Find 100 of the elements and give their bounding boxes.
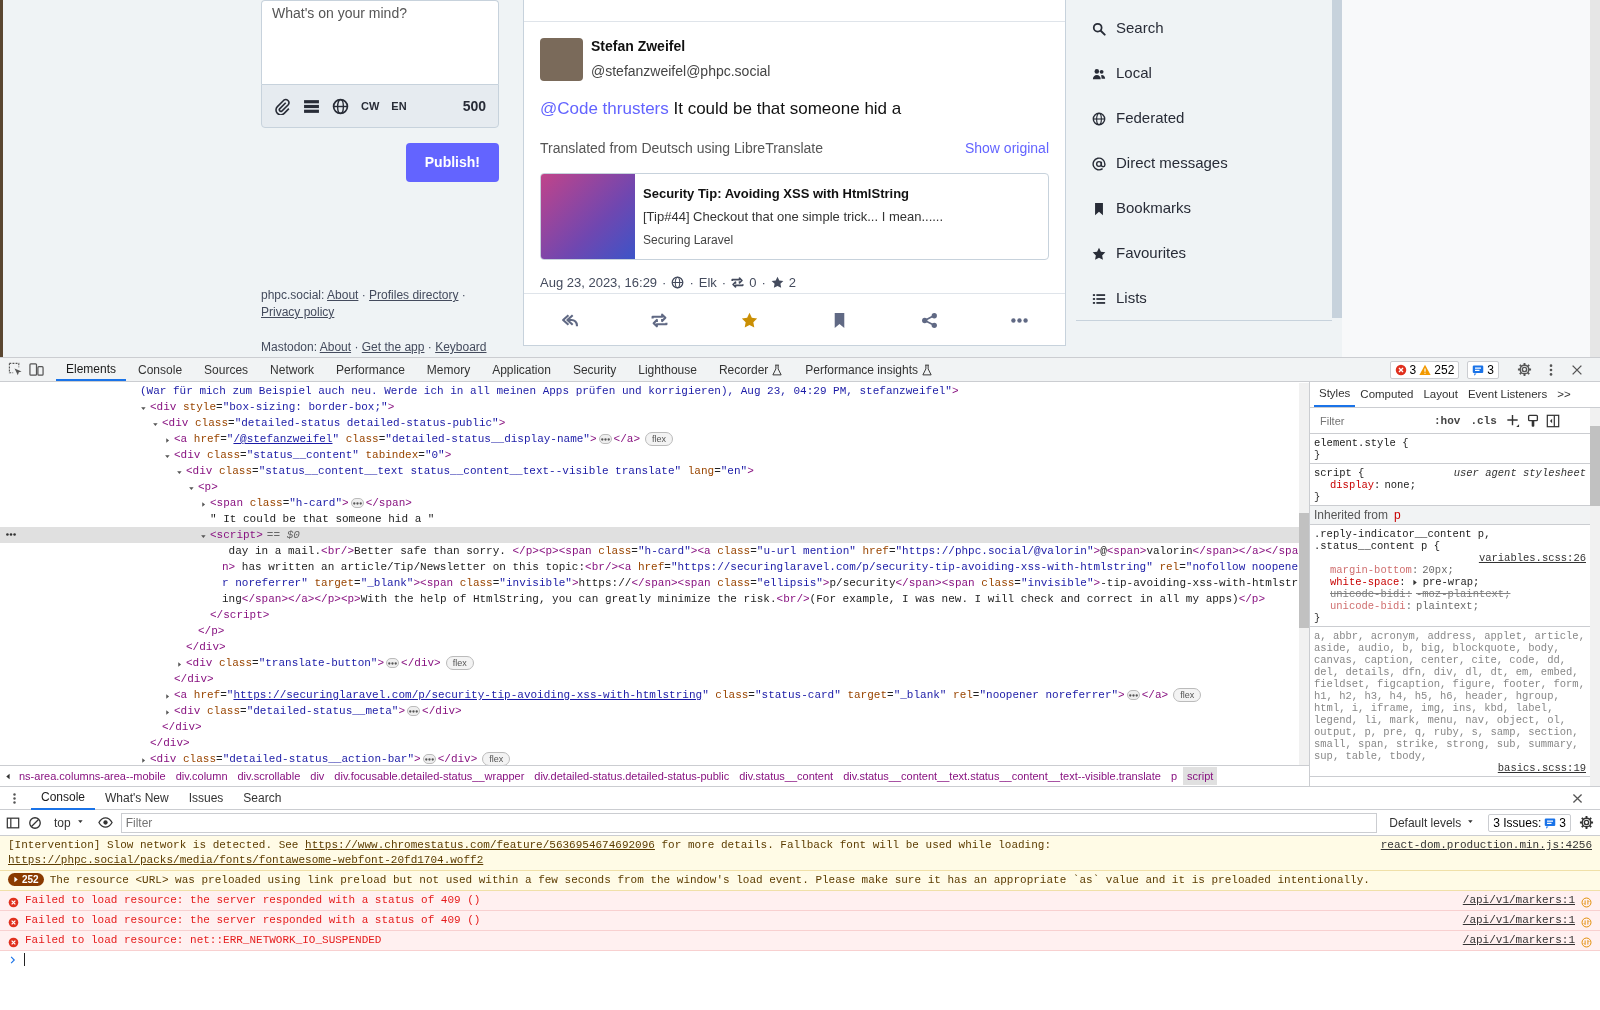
flex-badge[interactable]: flex — [445, 656, 474, 670]
nav-link[interactable]: Direct messages — [1076, 141, 1332, 186]
footer-link[interactable]: Privacy policy — [261, 305, 335, 319]
drawer-tab[interactable]: Issues — [178, 786, 234, 810]
publish-button[interactable]: Publish! — [405, 143, 499, 182]
nav-link[interactable]: Search — [1076, 6, 1332, 51]
devtools-tab[interactable]: Performance — [326, 358, 415, 381]
devtools-tab[interactable]: Application — [482, 358, 561, 381]
devtools-tab[interactable]: Sources — [194, 358, 259, 381]
nav-link[interactable]: Lists — [1076, 276, 1332, 321]
colon-text: : — [1405, 588, 1412, 600]
footer-link[interactable]: Keyboard — [435, 340, 487, 354]
breadcrumb[interactable]: div.detailed-status.detailed-status-public — [530, 766, 734, 786]
breadcrumb[interactable]: p — [1166, 766, 1182, 786]
add-rule-icon[interactable] — [1504, 413, 1520, 428]
dom-tag: </div> — [437, 751, 478, 765]
language-button[interactable]: EN — [391, 97, 407, 115]
ellipsis-icon[interactable] — [407, 706, 421, 716]
styles-tab[interactable]: Computed — [1355, 382, 1419, 407]
devtools-tab[interactable]: Lighthouse — [628, 358, 707, 381]
breadcrumb[interactable]: div.focusable.detailed-status__wrapper — [330, 766, 529, 786]
drawer-tab[interactable]: What's New — [95, 786, 179, 810]
styles-tab[interactable]: Event Listeners — [1462, 382, 1553, 407]
text-cursor — [24, 953, 25, 966]
ellipsis-icon[interactable] — [386, 658, 400, 668]
message-link[interactable]: https://www.chromestatus.com/feature/5636954674692096 — [305, 839, 655, 851]
clear-icon[interactable] — [28, 815, 42, 830]
drawer-tab[interactable]: Console — [31, 786, 96, 810]
closing-brace: } — [1314, 612, 1322, 624]
eye-icon[interactable] — [97, 815, 113, 830]
issues-count-button[interactable]: 3 — [1467, 360, 1499, 379]
paint-roller-icon[interactable] — [1525, 413, 1540, 428]
styles-tab[interactable]: Layout — [1418, 382, 1463, 407]
device-toolbar-button[interactable] — [27, 360, 46, 379]
source-link[interactable]: /api/v1/markers:1 — [1462, 893, 1575, 908]
sidebar-toggle-icon[interactable] — [1545, 413, 1560, 428]
css-selector: a, abbr, acronym, address, applet, article, aside, audio, b, big, blockquote, body, canvas, caption, center, cite, code, dd, del, details, dfn, div, dl, dt, em, embed, fieldset, figcaption, figure, footer, form, h1, h2, h3, h4, h5, h6, header, hgroup, html, i, iframe, img, ins, kbd, label, legend, li, mark, menu, nav, object, ol, output, p, pre, q, ruby, s, samp, section, small, span, strike, strong, sub, summary, sup, table, tbody, — [1314, 630, 1586, 762]
poll-icon[interactable] — [303, 97, 320, 115]
issues-button[interactable]: 3 Issues: 3 — [1488, 813, 1571, 832]
flex-badge[interactable]: flex — [482, 752, 511, 765]
breadcrumb[interactable]: div.status__content__text.status__content__text--visible.translate — [839, 766, 1165, 786]
settings-icon[interactable] — [1579, 815, 1594, 830]
styles-tab[interactable]: Styles — [1314, 382, 1356, 407]
dom-tag: <span class="h-card"> — [210, 495, 349, 511]
console-counts-button[interactable]: 3 252 — [1389, 360, 1460, 379]
footer-link[interactable]: Get the app — [361, 340, 425, 354]
ellipsis-icon[interactable] — [422, 754, 436, 764]
source-link[interactable]: /api/v1/markers:1 — [1462, 913, 1575, 928]
scroll-left-icon[interactable] — [4, 771, 13, 781]
link-preview-card[interactable]: Security Tip: Avoiding XSS with HtmlString [Tip#44] Checkout that one simple trick... I mean...... Securing Laravel — [540, 172, 1049, 260]
devtools-tab[interactable]: Memory — [416, 358, 481, 381]
flex-badge[interactable]: flex — [1173, 688, 1202, 702]
footer-link[interactable]: About — [327, 288, 359, 302]
selected-dom-row[interactable]: <script> == $0 — [0, 527, 1299, 543]
settings-button[interactable] — [1515, 360, 1534, 379]
breadcrumb[interactable]: ns-area.columns-area--mobile — [15, 766, 170, 786]
context-dropdown[interactable]: top — [50, 813, 90, 832]
footer-link[interactable]: About — [319, 340, 352, 354]
sidebar-icon[interactable] — [6, 815, 20, 830]
source-link[interactable]: /api/v1/markers:1 — [1462, 933, 1575, 948]
devtools-tab[interactable]: Elements — [56, 358, 127, 381]
dom-tag: </div> — [150, 735, 190, 751]
ellipsis-icon[interactable] — [598, 434, 612, 444]
post-text-field[interactable]: What's on your mind? — [261, 0, 499, 84]
footer-link[interactable]: Profiles directory — [369, 288, 459, 302]
source-link[interactable]: variables.scss:26 — [1478, 552, 1586, 564]
breadcrumb[interactable]: div — [306, 766, 329, 786]
devtools-tab[interactable]: Performance insights — [795, 358, 944, 381]
breadcrumb[interactable]: div.scrollable — [233, 766, 305, 786]
content-warning-button[interactable]: CW — [361, 97, 380, 115]
source-link[interactable]: react-dom.production.min.js:4256 — [1380, 838, 1592, 853]
mention-link[interactable]: @Code thrusters — [540, 99, 669, 118]
devtools-tab[interactable]: Console — [128, 358, 193, 381]
ellipsis-icon[interactable] — [1126, 690, 1140, 700]
flex-badge[interactable]: flex — [645, 432, 673, 446]
nav-link[interactable]: Bookmarks — [1076, 186, 1332, 231]
devtools-tab[interactable]: Network — [260, 358, 325, 381]
breadcrumb[interactable]: div.column — [171, 766, 232, 786]
nav-link[interactable]: Favourites — [1076, 231, 1332, 276]
breadcrumb[interactable]: div.status__content — [735, 766, 838, 786]
drawer-tab[interactable]: Search — [233, 786, 292, 810]
hover-state-button[interactable]: :hov — [1432, 414, 1463, 427]
globe-icon[interactable] — [332, 97, 349, 115]
show-original-link[interactable]: Show original — [964, 137, 1049, 159]
ellipsis-icon[interactable] — [350, 498, 364, 508]
more-tabs-button[interactable]: >> — [1552, 382, 1576, 407]
message-link[interactable]: https://phpc.social/packs/media/fonts/fontawesome-webfont-20fd1704.woff2 — [8, 854, 484, 866]
log-levels-dropdown[interactable]: Default levels — [1385, 813, 1481, 832]
css-property-name: display — [1330, 479, 1375, 491]
nav-link[interactable]: Local — [1076, 51, 1332, 96]
nav-link[interactable]: Federated — [1076, 96, 1332, 141]
more-icon[interactable] — [6, 533, 16, 536]
console-filter-field[interactable]: Filter — [120, 812, 1378, 833]
class-toggle-button[interactable]: .cls — [1468, 414, 1499, 427]
breadcrumb[interactable]: script — [1183, 766, 1218, 786]
inspect-icon — [8, 362, 23, 377]
source-link[interactable]: basics.scss:19 — [1497, 762, 1586, 774]
devtools-tab[interactable]: Security — [562, 358, 627, 381]
paperclip-icon[interactable] — [274, 97, 291, 115]
devtools-tab[interactable]: Recorder — [708, 358, 794, 381]
